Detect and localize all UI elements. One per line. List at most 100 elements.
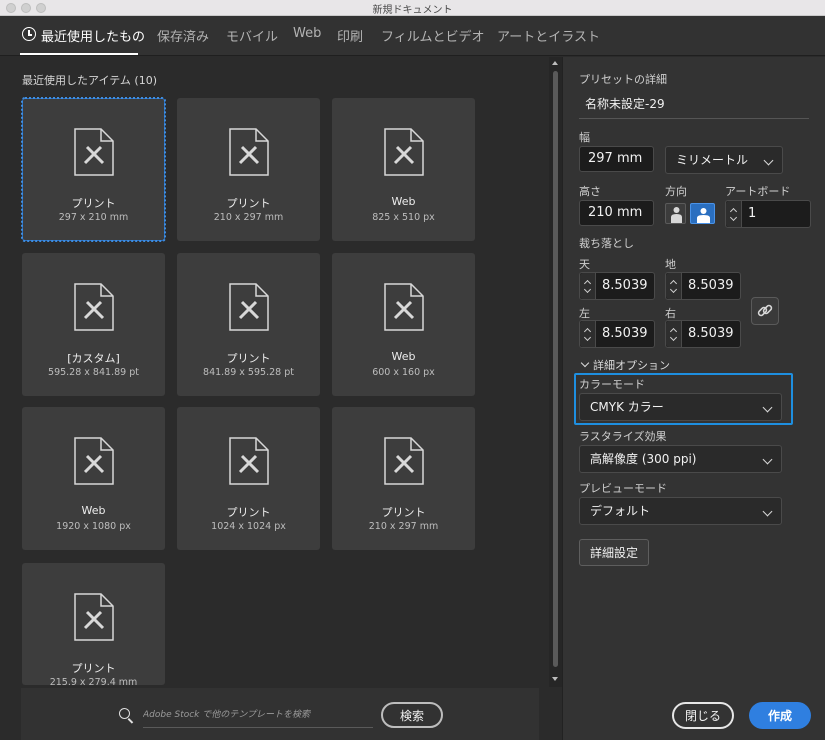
preset-card-name: プリント [71,197,116,210]
recent-items-count: (10) [134,74,157,87]
chevron-down-icon [762,506,773,517]
advanced-options-toggle[interactable]: 詳細オプション [579,357,670,373]
orientation-label: 方向 [665,185,687,198]
link-bleed-button[interactable] [751,297,779,325]
tab-recent[interactable]: 最近使用したもの [41,26,145,45]
bleed-left-arrows[interactable] [580,321,596,347]
preset-card[interactable]: プリント 215.9 x 279.4 mm [22,563,165,685]
preset-card[interactable]: Web 825 x 510 px [332,98,475,241]
unit-value: ミリメートル [676,153,749,167]
preset-card[interactable]: [カスタム] 595.28 x 841.89 pt [22,253,165,396]
scroll-thumb[interactable] [553,71,558,667]
bleed-bottom-value: 8.5039 [688,278,734,293]
tab-art-illustration[interactable]: アートとイラスト [497,26,600,45]
bleed-right-stepper[interactable]: 8.5039 [665,320,741,348]
document-icon [74,437,114,485]
preset-card-size: 210 x 297 mm [368,521,439,532]
search-button[interactable]: 検索 [381,702,443,728]
document-icon [74,593,114,641]
bleed-bottom-arrows[interactable] [666,273,682,299]
document-icon [384,128,424,176]
bleed-right-value: 8.5039 [688,326,734,341]
landscape-person-icon [697,208,710,223]
bleed-top-stepper[interactable]: 8.5039 [579,272,655,300]
height-field[interactable]: 210 mm [579,200,654,226]
document-icon [229,128,269,176]
recent-items-panel: 最近使用したアイテム (10) プリント 297 x 210 mm プリント 210 … [0,57,562,740]
decrement-icon[interactable] [669,333,678,342]
bleed-top-value: 8.5039 [602,278,648,293]
window-title: 新規ドキュメント [372,5,453,16]
tab-saved[interactable]: 保存済み [157,26,209,45]
preset-card-name: プリント [226,352,271,365]
active-tab-indicator [20,53,138,55]
tab-mobile[interactable]: モバイル [226,26,278,45]
preset-details-panel: プリセットの詳細 名称未設定-29 幅 297 mm ミリメートル 高さ 210… [562,57,825,740]
clock-icon [22,27,36,41]
chevron-down-icon [580,358,590,368]
bleed-bottom-label: 地 [665,258,676,271]
chevron-down-icon [762,402,773,413]
color-mode-dropdown[interactable]: CMYK カラー [579,393,782,421]
document-icon [74,128,114,176]
document-icon [384,283,424,331]
chevron-down-icon [763,155,774,166]
link-icon [757,304,773,317]
bleed-right-label: 右 [665,307,676,320]
color-mode-label: カラーモード [579,378,645,391]
recent-items-scrollbar[interactable] [549,57,562,687]
document-icon [74,283,114,331]
tab-web[interactable]: Web [293,26,321,41]
preset-card-name: [カスタム] [67,352,120,365]
preset-card-size: 825 x 510 px [372,212,435,223]
bleed-left-stepper[interactable]: 8.5039 [579,320,655,348]
preset-card[interactable]: プリント 297 x 210 mm [21,97,166,242]
decrement-icon[interactable] [729,213,738,222]
preset-card[interactable]: プリント 210 x 297 mm [332,407,475,550]
preset-card-size: 1024 x 1024 px [211,521,286,532]
bleed-bottom-stepper[interactable]: 8.5039 [665,272,741,300]
preset-card[interactable]: プリント 1024 x 1024 px [177,407,320,550]
preset-card-size: 1920 x 1080 px [56,521,131,532]
scroll-down-icon[interactable] [552,677,558,681]
preset-card-size: 215.9 x 279.4 mm [49,677,138,685]
decrement-icon[interactable] [583,333,592,342]
preview-mode-dropdown[interactable]: デフォルト [579,497,782,525]
decrement-icon[interactable] [583,285,592,294]
unit-dropdown[interactable]: ミリメートル [665,146,783,174]
stock-search-input[interactable] [143,703,373,728]
portrait-orientation-button[interactable] [665,203,686,224]
document-icon [384,437,424,485]
tab-print[interactable]: 印刷 [337,26,363,45]
preset-card[interactable]: Web 600 x 160 px [332,253,475,396]
raster-effects-label: ラスタライズ効果 [579,430,667,443]
preset-card-name: Web [81,504,106,517]
bleed-label: 裁ち落とし [579,237,634,250]
preset-card[interactable]: プリント 841.89 x 595.28 pt [177,253,320,396]
preset-card-size: 297 x 210 mm [58,212,129,223]
stock-search-bar: 検索 [21,688,539,740]
width-field[interactable]: 297 mm [579,146,654,172]
bleed-top-arrows[interactable] [580,273,596,299]
artboard-stepper-arrows[interactable] [726,201,742,227]
raster-effects-dropdown[interactable]: 高解像度 (300 ppi) [579,445,782,473]
artboard-stepper[interactable]: 1 [725,200,811,228]
recent-items-heading: 最近使用したアイテム (10) [22,72,157,88]
tab-film-video[interactable]: フィルムとビデオ [381,26,484,45]
preset-card[interactable]: プリント 210 x 297 mm [177,98,320,241]
window-titlebar: 新規ドキュメント [0,0,825,16]
close-button[interactable]: 閉じる [672,702,734,729]
chevron-down-icon [762,454,773,465]
scroll-up-icon[interactable] [552,61,558,65]
preset-card[interactable]: Web 1920 x 1080 px [22,407,165,550]
landscape-orientation-button[interactable] [690,203,715,224]
decrement-icon[interactable] [669,285,678,294]
document-icon [229,283,269,331]
more-settings-button[interactable]: 詳細設定 [579,539,649,566]
color-mode-value: CMYK カラー [590,400,664,414]
preset-card-name: プリント [381,506,426,519]
bleed-right-arrows[interactable] [666,321,682,347]
document-name[interactable]: 名称未設定-29 [585,95,665,112]
artboard-value: 1 [748,206,757,221]
create-button[interactable]: 作成 [749,702,811,729]
